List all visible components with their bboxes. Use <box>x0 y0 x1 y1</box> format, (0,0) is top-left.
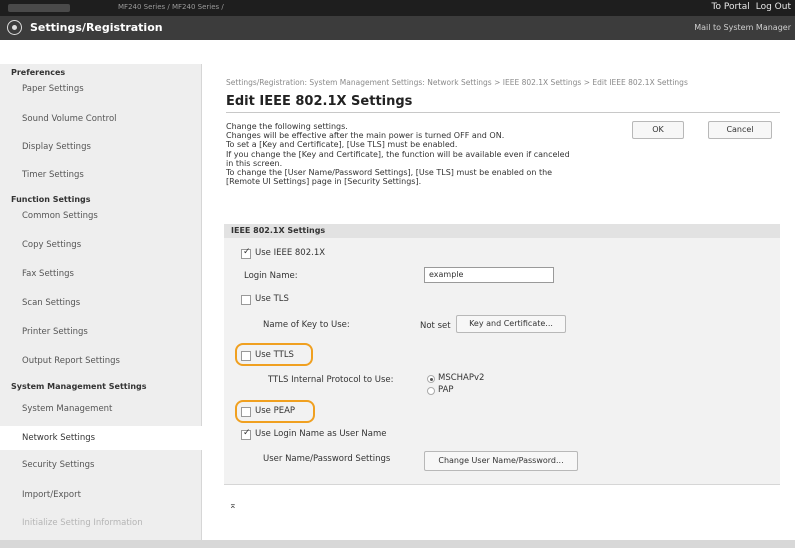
mail-system-manager-link[interactable]: Mail to System Manager <box>694 23 791 32</box>
sidebar-item-copy-settings[interactable]: Copy Settings <box>0 240 81 250</box>
footer-bar <box>0 540 795 548</box>
sidebar-item-output-report[interactable]: Output Report Settings <box>0 356 120 366</box>
desc-line: in this screen. <box>226 158 283 168</box>
use-login-as-user-label: Use Login Name as User Name <box>255 429 387 439</box>
device-name-blurred <box>8 4 70 12</box>
highlight-use-ttls <box>235 343 313 366</box>
to-portal-link[interactable]: To Portal <box>712 2 750 12</box>
sidebar-item-printer-settings[interactable]: Printer Settings <box>0 327 88 337</box>
breadcrumb: Settings/Registration: System Management… <box>226 78 688 87</box>
sidebar-item-common-settings[interactable]: Common Settings <box>0 211 98 221</box>
desc-line: Changes will be effective after the main… <box>226 131 505 141</box>
sidebar-item-import-export[interactable]: Import/Export <box>0 490 81 500</box>
change-userpass-button[interactable]: Change User Name/Password... <box>424 451 578 471</box>
key-name-label: Name of Key to Use: <box>263 320 350 330</box>
sidebar-item-scan-settings[interactable]: Scan Settings <box>0 298 80 308</box>
sidebar-head-system: System Management Settings <box>11 382 147 391</box>
cancel-button[interactable]: Cancel <box>708 121 772 139</box>
desc-line: [Remote UI Settings] page in [Security S… <box>226 177 422 187</box>
use-login-as-user-checkbox[interactable] <box>241 428 251 440</box>
userpass-label: User Name/Password Settings <box>263 454 391 464</box>
panel-bottom-divider <box>224 484 780 485</box>
desc-line: Change the following settings. <box>226 122 348 131</box>
key-name-value: Not set <box>420 321 451 331</box>
login-name-input[interactable]: example <box>424 267 554 283</box>
use-tls-checkbox[interactable] <box>241 295 251 305</box>
mschapv2-label: MSCHAPv2 <box>438 373 485 383</box>
ttls-protocol-label: TTLS Internal Protocol to Use: <box>268 375 394 385</box>
desc-line: If you change the [Key and Certificate],… <box>226 149 570 159</box>
use-ieee-label: Use IEEE 802.1X <box>255 248 326 258</box>
desc-line: To change the [User Name/Password Settin… <box>226 168 553 178</box>
device-model: MF240 Series / MF240 Series / <box>118 3 224 11</box>
logout-link[interactable]: Log Out <box>756 2 791 12</box>
sidebar-item-security-settings[interactable]: Security Settings <box>0 460 94 470</box>
use-tls-label: Use TLS <box>255 294 289 304</box>
page-title: Edit IEEE 802.1X Settings <box>226 94 413 109</box>
sidebar-item-display-settings[interactable]: Display Settings <box>0 142 91 152</box>
title-bar: Settings/Registration Mail to System Man… <box>0 16 795 40</box>
title-divider <box>226 112 780 113</box>
mschapv2-radio[interactable] <box>427 375 435 383</box>
highlight-use-peap <box>235 400 315 423</box>
desc-line: To set a [Key and Certificate], [Use TLS… <box>226 140 458 150</box>
key-certificate-button[interactable]: Key and Certificate... <box>456 315 566 333</box>
description: Change the following settings. Changes w… <box>226 122 570 186</box>
panel-heading: IEEE 802.1X Settings <box>224 224 780 238</box>
pap-radio[interactable] <box>427 387 435 395</box>
sidebar-item-timer-settings[interactable]: Timer Settings <box>0 170 84 180</box>
sidebar-item-network-settings[interactable]: Network Settings <box>0 426 203 450</box>
sidebar-item-paper-settings[interactable]: Paper Settings <box>0 84 84 94</box>
ieee-settings-panel: IEEE 802.1X Settings Use IEEE 802.1X Log… <box>224 224 780 484</box>
sidebar-item-initialize: Initialize Setting Information <box>22 518 143 528</box>
sidebar: Preferences Paper Settings Sound Volume … <box>0 64 203 548</box>
top-links: To Portal Log Out <box>706 2 791 12</box>
sidebar-head-preferences: Preferences <box>11 68 66 77</box>
sidebar-item-sound-volume[interactable]: Sound Volume Control <box>0 114 117 124</box>
settings-gear-icon <box>7 20 22 35</box>
app-title: Settings/Registration <box>30 21 163 34</box>
sidebar-item-fax-settings[interactable]: Fax Settings <box>0 269 74 279</box>
top-bar: MF240 Series / MF240 Series / To Portal L… <box>0 0 795 16</box>
use-ieee-checkbox[interactable] <box>241 247 251 259</box>
login-name-label: Login Name: <box>244 271 298 281</box>
sidebar-head-function: Function Settings <box>11 195 91 204</box>
to-top-icon[interactable]: ⌅ <box>229 501 237 511</box>
pap-label: PAP <box>438 385 454 395</box>
ok-button[interactable]: OK <box>632 121 684 139</box>
sidebar-item-system-management[interactable]: System Management <box>0 404 112 414</box>
